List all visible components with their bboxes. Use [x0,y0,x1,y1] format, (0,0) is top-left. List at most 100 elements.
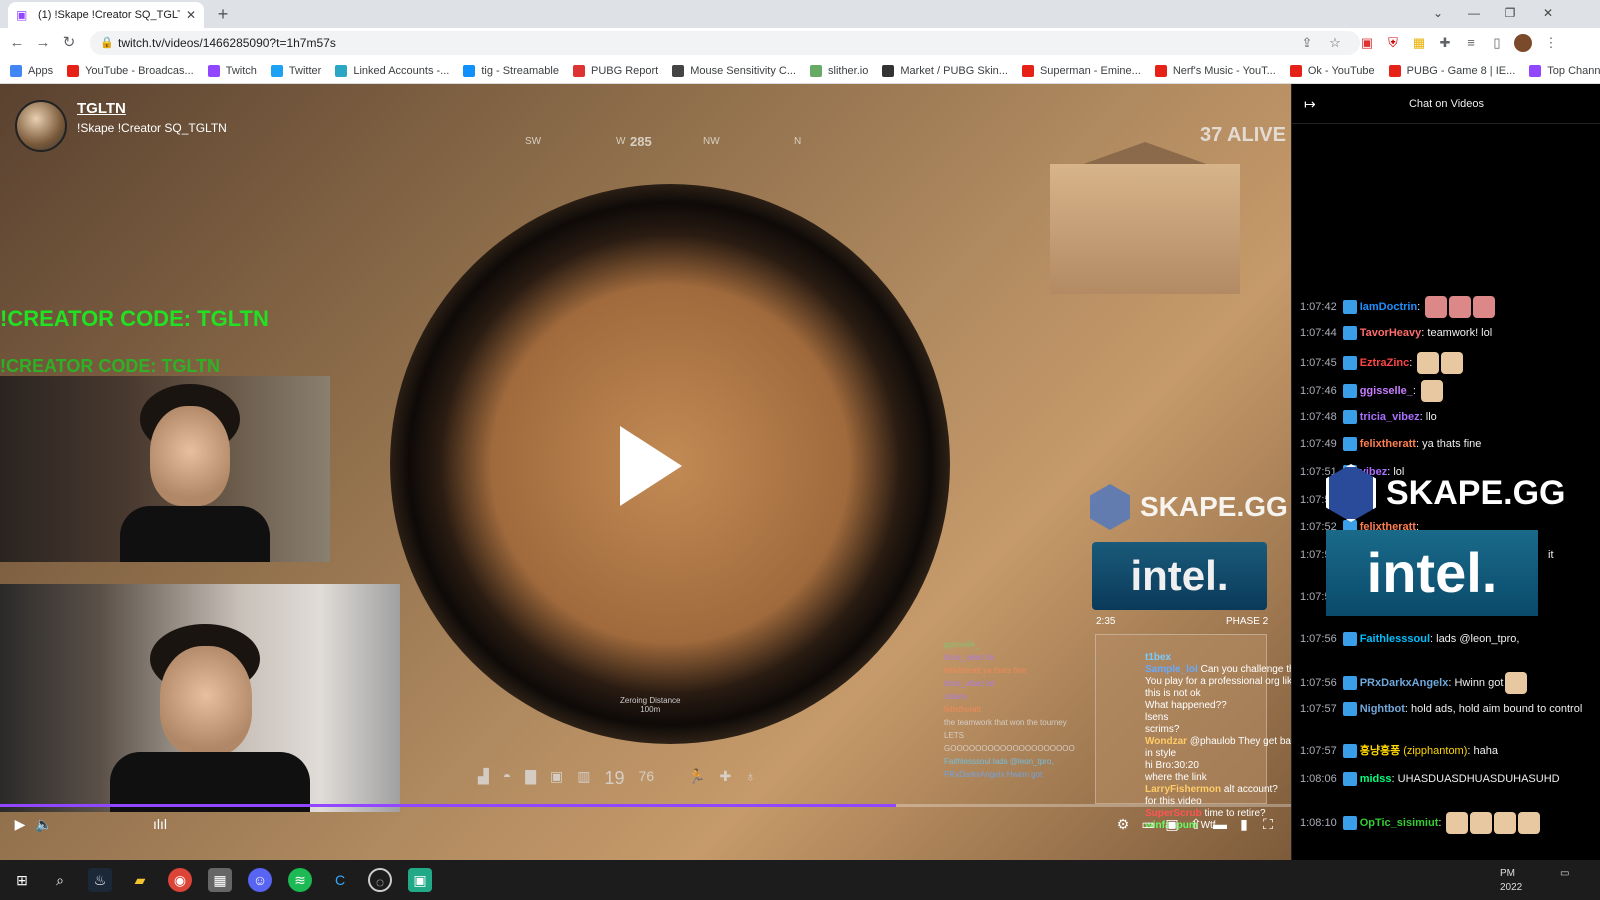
bookmark-favicon-icon [270,64,283,77]
pip-icon[interactable]: ▣ [1162,816,1182,833]
bookmark-item[interactable]: tig - Streamable [463,64,559,77]
back-button[interactable]: ← [6,33,28,53]
video-progress-fill [0,804,897,807]
chat-username[interactable]: PRxDarkxAngelx [1360,677,1449,689]
chat-username[interactable]: TavorHeavy [1360,327,1422,339]
bookmark-item[interactable]: PUBG - Game 8 | IE... [1388,64,1515,77]
extension-icon-3[interactable]: ▦ [1410,34,1428,52]
collapse-chat-icon[interactable]: ↦ [1304,84,1316,124]
chat-username[interactable]: midss [1360,773,1392,785]
bookmark-item[interactable]: Mouse Sensitivity C... [672,64,796,77]
chat-username[interactable]: tricia_vibez [1360,411,1420,423]
scene-house [1050,164,1240,294]
chat-username[interactable]: Faithlesssoul [1360,633,1430,645]
share-video-icon[interactable]: ⇧ [1186,816,1206,833]
sidebar-toggle-icon[interactable]: ▮ [1234,816,1254,833]
bookmark-item[interactable]: YouTube - Broadcas... [67,64,194,77]
menu-kebab-icon[interactable]: ⋮ [1542,34,1560,52]
chat-header-title: Chat on Videos [1408,98,1485,110]
overlay-chat-line: LarryFishermon alt account? [1145,784,1315,796]
windows-start-icon[interactable]: ⊞ [10,868,34,892]
settings-gear-icon[interactable]: ⚙ [1113,816,1133,833]
side-panel-icon[interactable]: ▯ [1488,34,1506,52]
bookmark-star-icon[interactable]: ☆ [1326,34,1344,52]
chrome-icon[interactable]: ◉ [168,868,192,892]
chat-username[interactable]: IamDoctrin [1360,301,1417,313]
subscriber-badge-icon [1342,676,1357,690]
channel-avatar[interactable] [15,100,67,152]
discord-icon[interactable]: ☺ [248,868,272,892]
extension-icon-1[interactable]: ▣ [1358,34,1376,52]
video-player[interactable]: TGLTN !Skape !Creator SQ_TGLTN SW W 285 … [0,84,1318,860]
overlay-chat-text: where the link [1145,772,1207,783]
c-app-icon[interactable]: C [328,868,352,892]
browser-tab[interactable]: ▣ (1) !Skape !Creator SQ_TGLTN - Tw ✕ [8,2,204,28]
clip-icon[interactable]: ▭ [1138,816,1158,833]
chat-timestamp: 1:07:45 [1300,356,1337,369]
extensions-puzzle-icon[interactable]: ✚ [1436,34,1454,52]
bookmark-item[interactable]: Apps [10,64,53,77]
steam-icon[interactable]: ♨ [88,868,112,892]
tab-search-icon[interactable]: ⌄ [1420,0,1456,28]
chat-username[interactable]: felixtheratt [1360,438,1416,450]
bookmark-label: Twitter [288,64,322,77]
emote-icon [1449,296,1472,318]
profile-avatar[interactable] [1514,34,1532,52]
bookmark-item[interactable]: Twitter [270,64,322,77]
forward-button[interactable]: → [32,33,54,53]
app-icon[interactable]: ▦ [208,868,232,892]
chat-username[interactable]: ggisselle_ [1360,385,1413,397]
theater-mode-icon[interactable]: ▬ [1210,816,1230,832]
chat-username[interactable]: 흥냥흥퐁 [1360,745,1400,757]
helmet-icon: ◓ [502,768,512,784]
close-tab-icon[interactable]: ✕ [186,8,196,22]
notification-icon[interactable]: ▭ [1560,868,1569,879]
media-control-icon[interactable]: ≡ [1462,34,1480,52]
extension-icon-2[interactable]: ⛨ [1384,34,1402,52]
bookmark-item[interactable]: Linked Accounts -... [335,64,449,77]
bookmark-item[interactable]: Superman - Emine... [1021,64,1141,77]
chat-timestamp: 1:07:48 [1300,411,1337,423]
bookmark-item[interactable]: Twitch [207,64,257,77]
bookmark-label: Mouse Sensitivity C... [690,64,796,77]
overlay-chat-line: Sample_lol Can you challenge this? You p… [1145,664,1315,700]
chat-header: ↦ Chat on Videos [1292,84,1600,124]
obs-icon[interactable]: ◌ [368,868,392,892]
bookmark-item[interactable]: Nerf's Music - YouT... [1154,64,1276,77]
bookmark-item[interactable]: Market / PUBG Skin... [882,64,1008,77]
chat-username[interactable]: OpTic_sisimiut [1360,817,1439,829]
spotify-icon[interactable]: ≋ [288,868,312,892]
reload-button[interactable]: ↻ [58,33,80,53]
chat-text: teamwork! lol [1427,327,1493,339]
new-tab-button[interactable]: + [212,4,234,26]
skape-sponsor-logo: SKAPE.GG [1090,484,1288,530]
volume-icon[interactable]: 🔈 [34,816,54,833]
search-icon[interactable]: ⌕ [48,868,72,892]
bookmark-item[interactable]: Ok - YouTube [1289,64,1375,77]
overlay-chat-line: where the link [1145,772,1315,784]
chat-username[interactable]: Nightbot [1360,703,1405,715]
twitch-favicon-icon: ▣ [16,8,28,22]
audio-levels-icon[interactable]: ılıl [150,816,170,832]
play-overlay-icon[interactable] [620,426,682,506]
subscriber-badge-icon [1342,772,1357,787]
skape-text: SKAPE.GG [1140,491,1288,522]
minimize-button[interactable]: — [1456,0,1492,28]
bookmark-item[interactable]: PUBG Report [572,64,658,77]
chat-username[interactable]: EztraZinc [1360,357,1410,369]
url-input[interactable]: 🔒 twitch.tv/videos/1466285090?t=1h7m57s [90,31,1360,55]
channel-name-link[interactable]: TGLTN [77,100,227,117]
fullscreen-icon[interactable]: ⛶ [1258,816,1278,833]
chat-timestamp: 1:07:42 [1300,300,1337,313]
ammo-count: 19 [604,768,625,788]
chat-timestamp: 1:07:57 [1300,745,1337,757]
bookmark-item[interactable]: slither.io [810,64,868,77]
close-window-button[interactable]: ✕ [1528,0,1568,28]
share-icon[interactable]: ⇪ [1298,34,1316,52]
play-button[interactable]: ▶ [10,816,30,833]
restore-button[interactable]: ❐ [1492,0,1528,28]
bookmark-item[interactable]: Top Channels - Twit... [1529,64,1600,77]
video-progress-bar[interactable] [0,804,1318,807]
file-explorer-icon[interactable]: ▰ [128,868,152,892]
app-icon-2[interactable]: ▣ [408,868,432,892]
